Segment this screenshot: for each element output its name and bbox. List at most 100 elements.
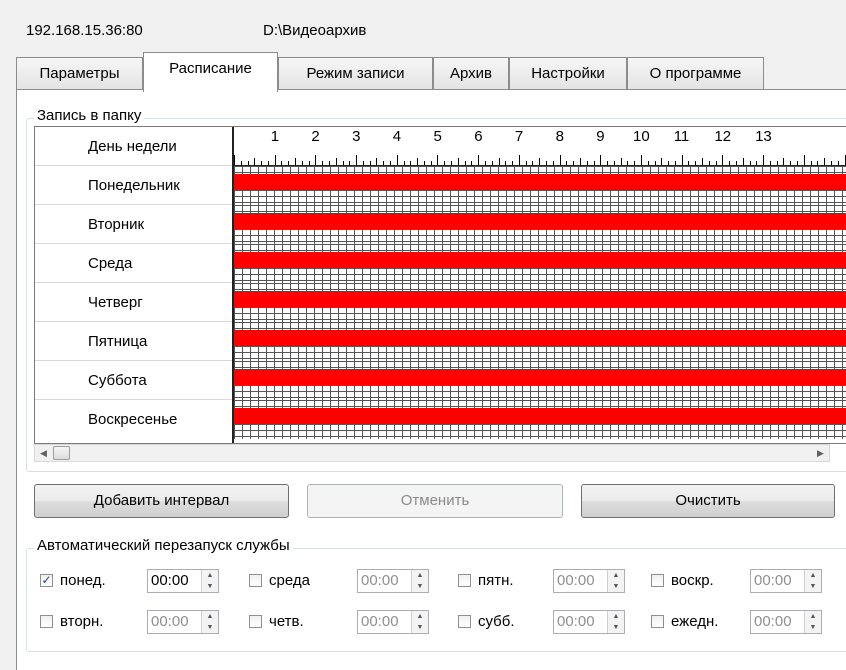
recording-interval[interactable]: [234, 330, 846, 346]
spin-up-icon[interactable]: ▲: [805, 611, 821, 622]
recording-interval[interactable]: [234, 213, 846, 229]
schedule-row[interactable]: [234, 361, 846, 400]
ruler-tick: [315, 155, 316, 165]
spin-up-icon[interactable]: ▲: [202, 611, 218, 622]
schedule-row[interactable]: [234, 205, 846, 244]
restart-time-value[interactable]: 00:00: [361, 570, 399, 592]
tab-record-mode[interactable]: Режим записи: [278, 57, 433, 90]
ruler-tick: [580, 158, 581, 165]
restart-time-value[interactable]: 00:00: [361, 611, 399, 633]
restart-checkbox-sunday[interactable]: [651, 574, 664, 587]
recording-interval[interactable]: [234, 252, 846, 268]
restart-time-tuesday[interactable]: 00:00 ▲ ▼: [147, 610, 219, 634]
restart-checkbox-daily[interactable]: [651, 615, 664, 628]
recording-interval[interactable]: [234, 369, 846, 385]
tab-archive[interactable]: Архив: [433, 57, 509, 90]
ruler-tick: [627, 161, 628, 165]
spinner-buttons[interactable]: ▲ ▼: [804, 570, 821, 592]
spin-down-icon[interactable]: ▼: [608, 581, 624, 592]
day-row: Суббота: [35, 361, 232, 400]
ruler-tick: [566, 161, 567, 165]
restart-checkbox-thursday[interactable]: [249, 615, 262, 628]
add-interval-button[interactable]: Добавить интервал: [34, 484, 289, 518]
ruler-tick: [505, 161, 506, 165]
restart-time-value[interactable]: 00:00: [151, 570, 189, 592]
restart-time-friday[interactable]: 00:00 ▲ ▼: [553, 569, 625, 593]
restart-checkbox-friday[interactable]: [458, 574, 471, 587]
cancel-button[interactable]: Отменить: [307, 484, 563, 518]
restart-time-thursday[interactable]: 00:00 ▲ ▼: [357, 610, 429, 634]
spin-up-icon[interactable]: ▲: [412, 570, 428, 581]
ruler-tick: [587, 161, 588, 165]
spin-down-icon[interactable]: ▼: [202, 581, 218, 592]
schedule-grid[interactable]: День недели Понедельник Вторник Среда Че…: [34, 126, 846, 444]
clear-button[interactable]: Очистить: [581, 484, 835, 518]
restart-time-wednesday[interactable]: 00:00 ▲ ▼: [357, 569, 429, 593]
spinner-buttons[interactable]: ▲ ▼: [411, 611, 428, 633]
restart-time-sunday[interactable]: 00:00 ▲ ▼: [750, 569, 822, 593]
hour-label: 8: [555, 128, 564, 145]
spinner-buttons[interactable]: ▲ ▼: [411, 570, 428, 592]
restart-time-value[interactable]: 00:00: [151, 611, 189, 633]
spin-down-icon[interactable]: ▼: [412, 622, 428, 633]
restart-time-value[interactable]: 00:00: [754, 611, 792, 633]
hour-label: 1: [270, 128, 280, 145]
restart-time-daily[interactable]: 00:00 ▲ ▼: [750, 610, 822, 634]
spin-down-icon[interactable]: ▼: [608, 622, 624, 633]
schedule-row[interactable]: [234, 244, 846, 283]
spin-up-icon[interactable]: ▲: [608, 611, 624, 622]
ruler-tick: [770, 161, 771, 165]
scroll-thumb[interactable]: [53, 446, 70, 460]
recording-interval[interactable]: [234, 408, 846, 424]
schedule-row[interactable]: [234, 400, 846, 439]
day-row: Понедельник: [35, 166, 232, 205]
schedule-hscrollbar[interactable]: ◀ ▶: [34, 444, 830, 462]
spin-down-icon[interactable]: ▼: [805, 622, 821, 633]
tab-settings[interactable]: Настройки: [509, 57, 627, 90]
ruler-tick: [811, 161, 812, 165]
restart-label-wednesday: среда: [269, 572, 310, 589]
spin-down-icon[interactable]: ▼: [202, 622, 218, 633]
restart-checkbox-saturday[interactable]: [458, 615, 471, 628]
schedule-timeline[interactable]: 1 2 3 4 5 6 7 8 9 10 11 12 13: [234, 127, 846, 443]
restart-time-saturday[interactable]: 00:00 ▲ ▼: [553, 610, 625, 634]
recording-interval[interactable]: [234, 291, 846, 307]
day-label-saturday: Суббота: [88, 372, 147, 389]
tab-parameters[interactable]: Параметры: [16, 57, 143, 90]
restart-time-value[interactable]: 00:00: [754, 570, 792, 592]
recording-interval[interactable]: [234, 174, 846, 190]
spinner-buttons[interactable]: ▲ ▼: [201, 570, 218, 592]
restart-time-monday[interactable]: 00:00 ▲ ▼: [147, 569, 219, 593]
hour-label: 6: [474, 128, 483, 145]
restart-checkbox-monday[interactable]: ✓: [40, 574, 53, 587]
spinner-buttons[interactable]: ▲ ▼: [804, 611, 821, 633]
ruler-tick: [607, 161, 608, 165]
restart-checkbox-tuesday[interactable]: [40, 615, 53, 628]
spin-up-icon[interactable]: ▲: [412, 611, 428, 622]
restart-time-value[interactable]: 00:00: [557, 570, 595, 592]
ruler-tick: [295, 158, 296, 165]
tab-schedule[interactable]: Расписание: [143, 52, 278, 92]
tab-about[interactable]: О программе: [627, 57, 764, 90]
schedule-row[interactable]: [234, 322, 846, 361]
spin-down-icon[interactable]: ▼: [412, 581, 428, 592]
spin-up-icon[interactable]: ▲: [608, 570, 624, 581]
scroll-right-icon[interactable]: ▶: [812, 445, 829, 461]
spinner-buttons[interactable]: ▲ ▼: [607, 570, 624, 592]
ruler-tick: [458, 158, 459, 165]
ruler-tick: [404, 161, 405, 165]
ruler-tick: [777, 161, 778, 165]
spin-up-icon[interactable]: ▲: [805, 570, 821, 581]
schedule-row[interactable]: [234, 166, 846, 205]
restart-checkbox-wednesday[interactable]: [249, 574, 262, 587]
spin-up-icon[interactable]: ▲: [202, 570, 218, 581]
ruler-tick: [736, 161, 737, 165]
scroll-left-icon[interactable]: ◀: [35, 445, 52, 461]
restart-label-tuesday: вторн.: [60, 613, 104, 630]
spinner-buttons[interactable]: ▲ ▼: [607, 611, 624, 633]
restart-time-value[interactable]: 00:00: [557, 611, 595, 633]
schedule-row[interactable]: [234, 283, 846, 322]
spin-down-icon[interactable]: ▼: [805, 581, 821, 592]
spinner-buttons[interactable]: ▲ ▼: [201, 611, 218, 633]
ruler-tick: [275, 155, 276, 165]
